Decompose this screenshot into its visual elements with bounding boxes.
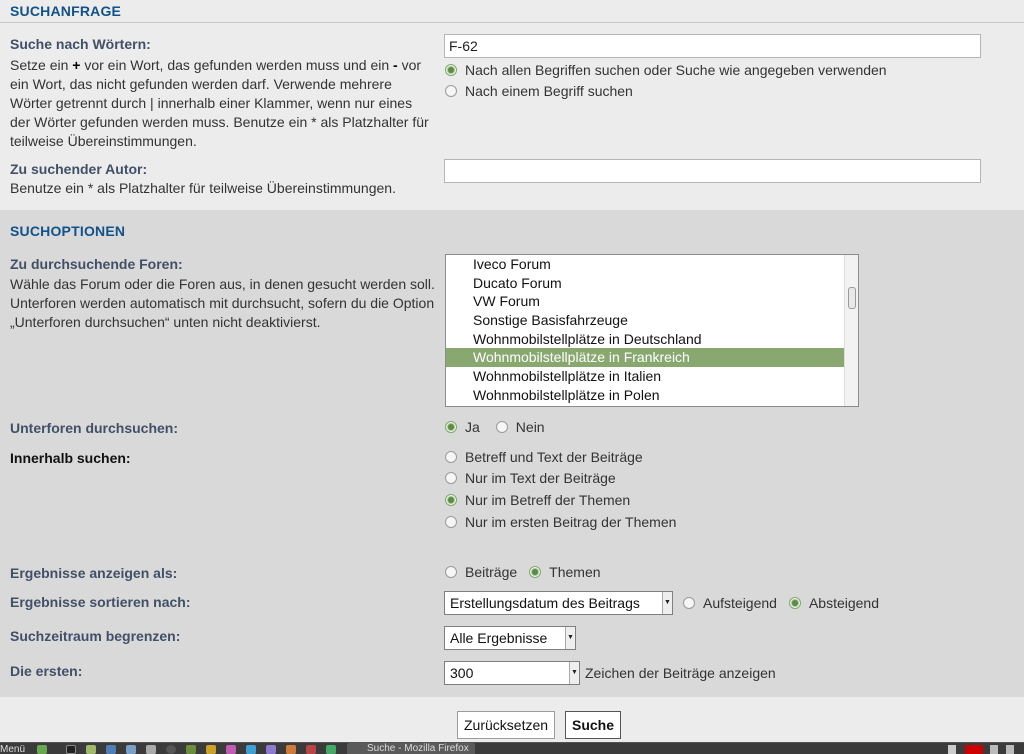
author-input[interactable] <box>444 159 981 183</box>
terminal-icon[interactable] <box>66 745 76 754</box>
author-description: Benutze ein * als Platzhalter für teilwe… <box>10 180 396 196</box>
media-icon[interactable] <box>226 745 236 754</box>
volume-icon[interactable] <box>990 745 998 754</box>
display-topics-label: Themen <box>549 564 601 580</box>
forum-option[interactable]: Wohnmobilstellplätze in Frankreich <box>446 348 844 368</box>
editor-icon[interactable] <box>206 745 216 754</box>
sort-asc-label: Aufsteigend <box>703 595 777 611</box>
forum-option[interactable]: Wohnmobilstellplätze in Deutschland <box>446 330 858 349</box>
search-options-header: SUCHOPTIONEN <box>10 223 126 239</box>
within-2-label: Nur im Text der Beiträge <box>465 470 616 486</box>
display-topics-radio[interactable] <box>529 566 542 578</box>
forums-scrollbar[interactable] <box>844 255 858 406</box>
search-button[interactable]: Suche <box>565 711 621 739</box>
subforums-label: Unterforen durchsuchen: <box>10 420 179 436</box>
clock-icon[interactable] <box>166 745 176 754</box>
first-chars-label: Die ersten: <box>10 663 83 679</box>
sort-by-value: Erstellungsdatum des Beitrags <box>450 595 640 611</box>
subforums-yes-label: Ja <box>465 419 480 435</box>
calculator-icon[interactable] <box>146 745 156 754</box>
app2-icon[interactable] <box>306 745 316 754</box>
firefox-icon[interactable] <box>286 745 296 754</box>
time-limit-select[interactable]: Alle Ergebnisse ▼ <box>444 626 576 650</box>
forum-option[interactable]: Iveco Forum <box>446 255 858 274</box>
forum-option[interactable]: Sonstige Basisfahrzeuge <box>446 311 858 330</box>
search-query-panel: SUCHANFRAGE Suche nach Wörtern: Setze ei… <box>0 0 1024 204</box>
subforums-no-label: Nein <box>515 419 545 435</box>
forums-list: Iveco Forum Ducato Forum VW Forum Sonstige … <box>446 255 858 405</box>
within-option-4[interactable]: Nur im ersten Beitrag der Themen <box>445 514 676 530</box>
sort-by-select[interactable]: Erstellungsdatum des Beitrags ▼ <box>444 591 673 615</box>
within-1-label: Betreff und Text der Beiträge <box>465 449 643 465</box>
terms-all-option[interactable]: Nach allen Begriffen suchen oder Suche w… <box>445 62 887 78</box>
os-taskbar: Menü Suche - Mozilla Firefox <box>0 742 1024 754</box>
dropdown-arrow-icon: ▼ <box>662 592 672 614</box>
taskbar-window-firefox[interactable]: Suche - Mozilla Firefox <box>347 743 475 754</box>
terms-all-label: Nach allen Begriffen suchen oder Suche w… <box>465 62 887 78</box>
network-icon[interactable] <box>948 745 956 754</box>
sort-desc-label: Absteigend <box>808 595 880 611</box>
terms-any-option[interactable]: Nach einem Begriff suchen <box>445 83 633 99</box>
display-as-options: Beiträge Themen <box>445 564 601 580</box>
keyboard-layout-icon[interactable] <box>965 745 983 754</box>
search-words-description: Setze ein + vor ein Wort, das gefunden w… <box>10 57 429 149</box>
header-divider <box>0 22 1024 23</box>
search-query-header: SUCHANFRAGE <box>10 3 122 19</box>
within-option-1[interactable]: Betreff und Text der Beiträge <box>445 449 643 465</box>
app3-icon[interactable] <box>326 745 336 754</box>
sort-desc-radio[interactable] <box>788 597 801 609</box>
forum-option[interactable]: Wohnmobilstellplätze in Polen <box>446 386 858 405</box>
time-limit-label: Suchzeitraum begrenzen: <box>10 628 181 644</box>
within-option-3[interactable]: Nur im Betreff der Themen <box>445 492 630 508</box>
image-viewer-icon[interactable] <box>186 745 196 754</box>
forums-scrollbar-thumb[interactable] <box>848 287 856 309</box>
author-label: Zu suchender Autor: <box>10 161 148 177</box>
display-as-label: Ergebnisse anzeigen als: <box>10 565 178 581</box>
within-option-2[interactable]: Nur im Text der Beiträge <box>445 470 616 486</box>
browser-icon[interactable] <box>106 745 116 754</box>
battery-icon[interactable] <box>1006 745 1014 754</box>
within-3-label: Nur im Betreff der Themen <box>465 492 631 508</box>
subforums-yes-radio[interactable] <box>445 421 457 433</box>
dropdown-arrow-icon: ▼ <box>565 627 575 649</box>
within-4-radio[interactable] <box>445 516 457 528</box>
display-posts-label: Beiträge <box>465 564 518 580</box>
time-limit-value: Alle Ergebnisse <box>450 630 548 646</box>
folder-icon[interactable] <box>86 745 96 754</box>
search-within-label: Innerhalb suchen: <box>10 450 131 466</box>
within-2-radio[interactable] <box>445 472 457 484</box>
sort-direction-options: Aufsteigend Absteigend <box>683 595 879 611</box>
forum-option[interactable]: Ducato Forum <box>446 274 858 293</box>
settings-icon[interactable] <box>266 745 276 754</box>
terms-any-radio[interactable] <box>445 85 457 97</box>
display-posts-radio[interactable] <box>445 566 457 578</box>
first-chars-suffix: Zeichen der Beiträge anzeigen <box>585 665 776 681</box>
reset-button[interactable]: Zurücksetzen <box>457 711 555 739</box>
search-words-input[interactable]: F-62 <box>444 34 981 58</box>
dropdown-arrow-icon: ▼ <box>569 662 579 684</box>
within-3-radio[interactable] <box>445 494 457 506</box>
app-icon[interactable] <box>126 745 136 754</box>
forum-option[interactable]: VW Forum <box>446 292 858 311</box>
sort-by-label: Ergebnisse sortieren nach: <box>10 594 191 610</box>
subforums-options: Ja Nein <box>445 419 545 435</box>
within-1-radio[interactable] <box>445 451 457 463</box>
forums-label: Zu durchsuchende Foren: <box>10 256 183 272</box>
within-4-label: Nur im ersten Beitrag der Themen <box>465 514 677 530</box>
forum-option[interactable]: Wohnmobilstellplätze in Italien <box>446 367 858 386</box>
first-chars-value: 300 <box>450 665 474 681</box>
subforums-no-radio[interactable] <box>495 421 508 433</box>
show-desktop-icon[interactable] <box>37 745 47 754</box>
terms-any-label: Nach einem Begriff suchen <box>465 83 633 99</box>
chat-icon[interactable] <box>246 745 256 754</box>
sort-asc-radio[interactable] <box>683 597 695 609</box>
search-words-label: Suche nach Wörtern: <box>10 36 151 52</box>
forums-listbox[interactable]: Iveco Forum Ducato Forum VW Forum Sonstige … <box>445 254 859 407</box>
first-chars-select[interactable]: 300 ▼ <box>444 661 580 685</box>
start-menu-button[interactable]: Menü <box>0 744 25 754</box>
forums-description: Wähle das Forum oder die Foren aus, in d… <box>10 276 435 330</box>
terms-all-radio[interactable] <box>445 64 457 76</box>
